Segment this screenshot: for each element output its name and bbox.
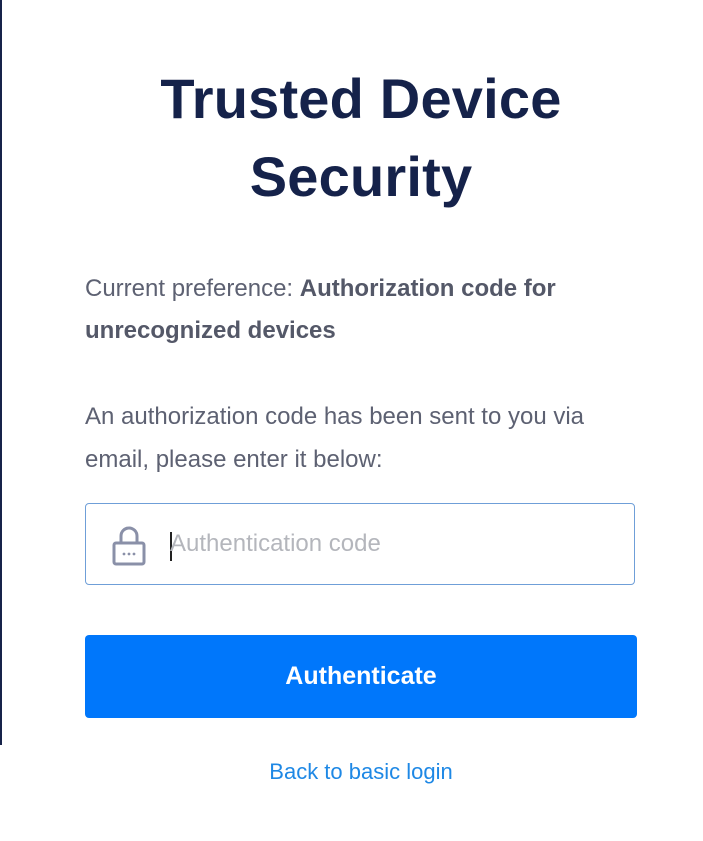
preference-label: Current preference: (85, 275, 300, 302)
authenticate-button[interactable]: Authenticate (85, 635, 637, 718)
current-preference: Current preference: Authorization code f… (85, 268, 645, 352)
trusted-device-page: Trusted Device Security Current preferen… (0, 0, 703, 841)
code-sent-message: An authorization code has been sent to y… (85, 403, 585, 473)
page-title: Trusted Device Security (0, 60, 703, 216)
page-title-line-2: Security (249, 145, 473, 208)
authentication-code-input[interactable] (170, 504, 610, 584)
lock-icon (112, 526, 146, 566)
authentication-code-field[interactable] (85, 503, 635, 585)
page-title-line-1: Trusted Device (160, 67, 562, 130)
back-to-basic-login-link[interactable]: Back to basic login (0, 756, 703, 788)
